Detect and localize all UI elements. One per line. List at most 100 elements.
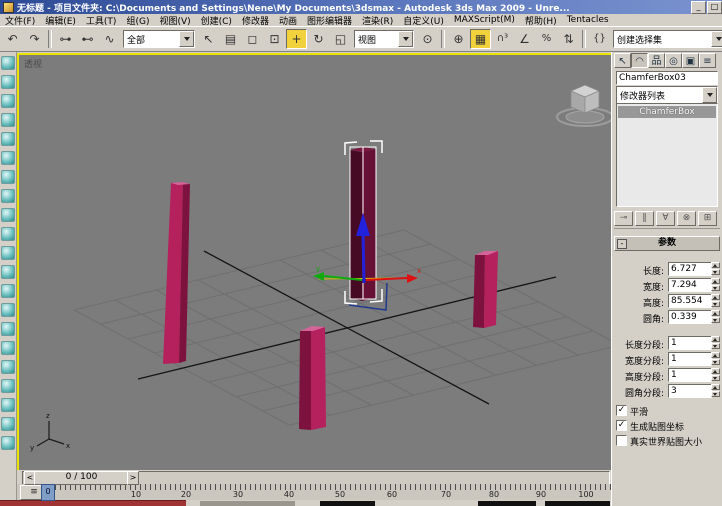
reactor-tool-icon[interactable] bbox=[1, 246, 15, 260]
make-unique-button[interactable]: ∀ bbox=[656, 210, 675, 226]
fillet-segs-field[interactable]: 3 bbox=[668, 384, 712, 398]
z-axis-handle[interactable] bbox=[361, 232, 366, 284]
reactor-tool-icon[interactable] bbox=[1, 265, 15, 279]
mapping-coords-checkbox[interactable]: ✓ bbox=[616, 420, 627, 431]
maxscript-mini-listener[interactable] bbox=[0, 500, 186, 506]
dropdown-arrow-icon[interactable] bbox=[702, 87, 717, 103]
menu-item-edit[interactable]: 编辑(E) bbox=[40, 14, 81, 27]
configure-modifier-sets-button[interactable]: ⊞ bbox=[698, 210, 717, 226]
display-tab[interactable]: ▣ bbox=[682, 53, 699, 68]
viewcube[interactable] bbox=[556, 84, 612, 127]
reactor-tool-icon[interactable] bbox=[1, 417, 15, 431]
height-segs-field[interactable]: 1 bbox=[668, 368, 712, 382]
parameters-rollout-header[interactable]: - 参数 bbox=[614, 236, 720, 251]
named-selection-set-dropdown[interactable]: 创建选择集 bbox=[613, 30, 722, 48]
window-crossing-toggle-button[interactable]: ⊡ bbox=[264, 29, 285, 49]
reactor-tool-icon[interactable] bbox=[1, 436, 15, 450]
height-field[interactable]: 85.554 bbox=[668, 294, 712, 308]
spinner-snap-button[interactable]: ⇅ bbox=[558, 29, 579, 49]
rectangular-selection-region-button[interactable]: ◻ bbox=[242, 29, 263, 49]
reactor-tool-icon[interactable] bbox=[1, 398, 15, 412]
width-spinner[interactable] bbox=[711, 278, 720, 292]
dropdown-arrow-icon[interactable] bbox=[398, 31, 413, 47]
rollout-collapse-icon[interactable]: - bbox=[617, 239, 627, 249]
menu-item-animation[interactable]: 动画 bbox=[274, 14, 302, 27]
reactor-tool-icon[interactable] bbox=[1, 227, 15, 241]
reference-coordinate-dropdown[interactable]: 视图 bbox=[354, 30, 414, 48]
modifier-stack[interactable]: ChamferBox bbox=[616, 103, 718, 207]
show-end-result-button[interactable]: ‖ bbox=[635, 210, 654, 226]
motion-tab[interactable]: ◎ bbox=[665, 53, 682, 68]
viewport-label[interactable]: 透视 bbox=[24, 57, 42, 70]
reactor-tool-icon[interactable] bbox=[1, 151, 15, 165]
reactor-tool-icon[interactable] bbox=[1, 208, 15, 222]
menu-item-customize[interactable]: 自定义(U) bbox=[398, 14, 449, 27]
reactor-tool-icon[interactable] bbox=[1, 379, 15, 393]
menu-item-help[interactable]: 帮助(H) bbox=[520, 14, 562, 27]
chamferbox-pillar-bottom[interactable] bbox=[299, 326, 326, 430]
reactor-tool-icon[interactable] bbox=[1, 56, 15, 70]
stack-item-chamferbox[interactable]: ChamferBox bbox=[618, 106, 716, 118]
menu-item-graph-editors[interactable]: 图形编辑器 bbox=[302, 14, 357, 27]
smooth-checkbox[interactable]: ✓ bbox=[616, 405, 627, 416]
unlink-selection-button[interactable]: ⊷ bbox=[77, 29, 98, 49]
select-and-move-button[interactable]: + bbox=[286, 29, 307, 49]
hierarchy-tab[interactable]: 品 bbox=[648, 53, 665, 68]
dropdown-arrow-icon[interactable] bbox=[179, 31, 194, 47]
redo-button[interactable]: ↷ bbox=[24, 29, 45, 49]
width-segs-field[interactable]: 1 bbox=[668, 352, 712, 366]
length-field[interactable]: 6.727 bbox=[668, 262, 712, 276]
current-frame-marker[interactable]: 0 bbox=[41, 484, 55, 501]
modify-tab[interactable]: ◠ bbox=[631, 53, 648, 68]
chamferbox-pillar-left[interactable] bbox=[163, 182, 190, 364]
pin-stack-button[interactable]: ⊸ bbox=[614, 210, 633, 226]
menu-item-file[interactable]: 文件(F) bbox=[0, 14, 40, 27]
length-segs-field[interactable]: 1 bbox=[668, 336, 712, 350]
edit-named-selection-sets-button[interactable]: {} bbox=[589, 29, 610, 49]
modifier-list-dropdown[interactable]: 修改器列表 bbox=[616, 86, 718, 104]
snaps-toggle-3d-button[interactable]: ∩³ bbox=[492, 29, 513, 49]
reactor-tool-icon[interactable] bbox=[1, 94, 15, 108]
fillet-spinner[interactable] bbox=[711, 310, 720, 324]
select-and-link-button[interactable]: ⊶ bbox=[55, 29, 76, 49]
utilities-tab[interactable]: ≡ bbox=[699, 53, 716, 68]
reactor-tool-icon[interactable] bbox=[1, 341, 15, 355]
fillet-segs-spinner[interactable] bbox=[711, 384, 720, 398]
reactor-tool-icon[interactable] bbox=[1, 322, 15, 336]
selection-filter-dropdown[interactable]: 全部 bbox=[123, 30, 195, 48]
select-and-scale-button[interactable]: ◱ bbox=[330, 29, 351, 49]
title-bar[interactable]: 无标题 - 项目文件夹: C:\Documents and Settings\N… bbox=[0, 0, 722, 14]
track-bar-ruler[interactable]: 10 20 30 40 50 60 70 80 90 100 bbox=[55, 484, 611, 501]
use-center-button[interactable]: ⊙ bbox=[417, 29, 438, 49]
width-field[interactable]: 7.294 bbox=[668, 278, 712, 292]
select-and-rotate-button[interactable]: ↻ bbox=[308, 29, 329, 49]
reactor-tool-icon[interactable] bbox=[1, 189, 15, 203]
menu-item-modifiers[interactable]: 修改器 bbox=[237, 14, 274, 27]
menu-item-group[interactable]: 组(G) bbox=[121, 14, 154, 27]
length-spinner[interactable] bbox=[711, 262, 720, 276]
object-name-field[interactable] bbox=[616, 71, 718, 85]
select-and-manipulate-button[interactable]: ⊕ bbox=[448, 29, 469, 49]
create-tab[interactable]: ↖ bbox=[614, 53, 631, 68]
reactor-tool-icon[interactable] bbox=[1, 113, 15, 127]
reactor-tool-icon[interactable] bbox=[1, 284, 15, 298]
menu-item-tools[interactable]: 工具(T) bbox=[81, 14, 122, 27]
reactor-tool-icon[interactable] bbox=[1, 170, 15, 184]
height-spinner[interactable] bbox=[711, 294, 720, 308]
percent-snap-button[interactable]: % bbox=[536, 29, 557, 49]
menu-item-maxscript[interactable]: MAXScript(M) bbox=[449, 15, 520, 25]
real-world-map-checkbox[interactable] bbox=[616, 435, 627, 446]
length-segs-spinner[interactable] bbox=[711, 336, 720, 350]
menu-item-create[interactable]: 创建(C) bbox=[196, 14, 237, 27]
menu-item-views[interactable]: 视图(V) bbox=[154, 14, 195, 27]
bind-to-space-warp-button[interactable]: ∿ bbox=[99, 29, 120, 49]
angle-snap-button[interactable]: ∠ bbox=[514, 29, 535, 49]
undo-button[interactable]: ↶ bbox=[2, 29, 23, 49]
minimize-button[interactable]: _ bbox=[691, 0, 706, 14]
maximize-button[interactable]: □ bbox=[707, 0, 722, 14]
select-by-name-button[interactable]: ▤ bbox=[220, 29, 241, 49]
menu-item-tentacles[interactable]: Tentacles bbox=[562, 15, 614, 25]
keyboard-shortcut-override-button[interactable]: ▦ bbox=[470, 29, 491, 49]
dropdown-arrow-icon[interactable] bbox=[711, 31, 722, 47]
reactor-tool-icon[interactable] bbox=[1, 303, 15, 317]
